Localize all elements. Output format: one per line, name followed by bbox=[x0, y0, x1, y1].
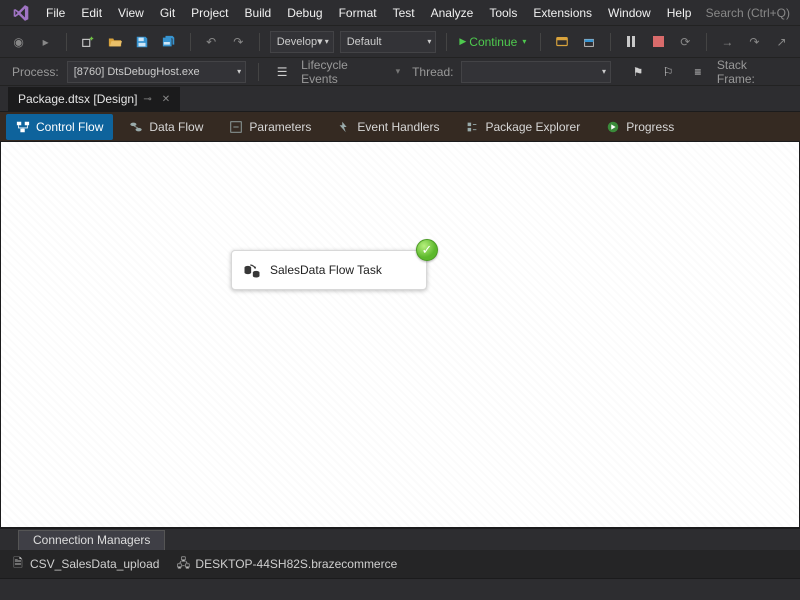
document-tab-active[interactable]: Package.dtsx [Design] ⊸ ✕ bbox=[8, 87, 180, 111]
tab-label: Parameters bbox=[249, 120, 311, 134]
designer-tab-strip: Control Flow Data Flow Parameters Event … bbox=[0, 112, 800, 142]
solution-config-dropdown[interactable]: Develop▾ bbox=[270, 31, 334, 53]
continue-label: Continue bbox=[469, 35, 517, 49]
hot-reload-icon[interactable] bbox=[578, 31, 599, 53]
close-icon[interactable]: ✕ bbox=[162, 94, 170, 105]
design-canvas[interactable]: SalesData Flow Task ✓ bbox=[0, 142, 800, 528]
data-flow-icon bbox=[129, 120, 143, 134]
tab-parameters[interactable]: Parameters bbox=[219, 114, 321, 140]
tab-progress[interactable]: Progress bbox=[596, 114, 684, 140]
menu-search-input[interactable]: Search (Ctrl+Q) bbox=[700, 6, 796, 20]
lifecycle-events-label: Lifecycle Events bbox=[301, 58, 387, 86]
menu-analyze[interactable]: Analyze bbox=[423, 2, 482, 24]
menu-bar: File Edit View Git Project Build Debug F… bbox=[0, 0, 800, 26]
document-tab-title: Package.dtsx [Design] bbox=[18, 92, 137, 106]
step-into-icon[interactable]: → bbox=[717, 31, 738, 53]
tab-control-flow[interactable]: Control Flow bbox=[6, 114, 113, 140]
menu-format[interactable]: Format bbox=[331, 2, 385, 24]
open-file-button[interactable] bbox=[104, 31, 125, 53]
menu-test[interactable]: Test bbox=[385, 2, 423, 24]
main-toolbar: ◉ ▸ ↶ ↷ Develop▾ Default ▶ Continue ▾ ⟳ … bbox=[0, 26, 800, 58]
connection-name: CSV_SalesData_upload bbox=[30, 557, 159, 571]
continue-button[interactable]: ▶ Continue ▾ bbox=[457, 35, 530, 49]
flag-icon[interactable]: ⚑ bbox=[627, 61, 649, 83]
vs-logo-icon bbox=[10, 2, 32, 24]
pin-icon[interactable]: ⊸ bbox=[143, 94, 151, 105]
step-out-icon[interactable]: ↗ bbox=[771, 31, 792, 53]
success-check-icon: ✓ bbox=[416, 239, 438, 261]
flatfile-connection-icon: 🗎 bbox=[12, 558, 24, 570]
save-all-button[interactable] bbox=[159, 31, 180, 53]
oledb-connection-icon: 🖧 bbox=[177, 558, 189, 570]
undo-button[interactable]: ↶ bbox=[201, 31, 222, 53]
separator bbox=[540, 33, 541, 51]
connection-managers-header: Connection Managers bbox=[0, 528, 800, 550]
threads-icon[interactable]: ≡ bbox=[687, 61, 709, 83]
new-item-button[interactable] bbox=[77, 31, 98, 53]
menu-help[interactable]: Help bbox=[659, 2, 700, 24]
stop-button[interactable] bbox=[648, 31, 669, 53]
menu-extensions[interactable]: Extensions bbox=[525, 2, 600, 24]
menu-view[interactable]: View bbox=[110, 2, 152, 24]
chevron-down-icon: ▾ bbox=[396, 66, 401, 77]
data-flow-task-icon bbox=[242, 260, 262, 280]
tab-label: Control Flow bbox=[36, 120, 103, 134]
tab-event-handlers[interactable]: Event Handlers bbox=[327, 114, 449, 140]
separator bbox=[610, 33, 611, 51]
package-explorer-icon bbox=[465, 120, 479, 134]
task-node-label: SalesData Flow Task bbox=[270, 263, 382, 277]
menu-project[interactable]: Project bbox=[183, 2, 236, 24]
event-handlers-icon bbox=[337, 120, 351, 134]
parameters-icon bbox=[229, 120, 243, 134]
separator bbox=[259, 33, 260, 51]
process-dropdown[interactable]: [8760] DtsDebugHost.exe bbox=[67, 61, 247, 83]
lifecycle-events-icon[interactable]: ☰ bbox=[271, 61, 293, 83]
chevron-down-icon: ▾ bbox=[522, 37, 526, 46]
tab-label: Progress bbox=[626, 120, 674, 134]
connection-item[interactable]: 🖧 DESKTOP-44SH82S.brazecommerce bbox=[177, 557, 397, 571]
thread-label: Thread: bbox=[412, 65, 453, 79]
data-flow-task-node[interactable]: SalesData Flow Task ✓ bbox=[231, 250, 427, 290]
process-bar: Process: [8760] DtsDebugHost.exe ☰ Lifec… bbox=[0, 58, 800, 86]
browser-link-icon[interactable] bbox=[551, 31, 572, 53]
separator bbox=[66, 33, 67, 51]
connection-item[interactable]: 🗎 CSV_SalesData_upload bbox=[12, 557, 159, 571]
connection-managers-panel: 🗎 CSV_SalesData_upload 🖧 DESKTOP-44SH82S… bbox=[0, 550, 800, 578]
stackframe-label: Stack Frame: bbox=[717, 58, 788, 86]
separator bbox=[258, 63, 259, 81]
pause-button[interactable] bbox=[620, 31, 641, 53]
tab-label: Package Explorer bbox=[485, 120, 580, 134]
restart-button[interactable]: ⟳ bbox=[675, 31, 696, 53]
thread-dropdown[interactable] bbox=[461, 61, 611, 83]
connection-managers-tab[interactable]: Connection Managers bbox=[18, 530, 165, 550]
menu-build[interactable]: Build bbox=[237, 2, 280, 24]
menu-git[interactable]: Git bbox=[152, 2, 183, 24]
menu-tools[interactable]: Tools bbox=[481, 2, 525, 24]
progress-icon bbox=[606, 120, 620, 134]
menu-window[interactable]: Window bbox=[600, 2, 659, 24]
document-tab-strip: Package.dtsx [Design] ⊸ ✕ bbox=[0, 86, 800, 112]
process-label: Process: bbox=[12, 65, 59, 79]
tab-data-flow[interactable]: Data Flow bbox=[119, 114, 213, 140]
save-button[interactable] bbox=[131, 31, 152, 53]
tab-label: Event Handlers bbox=[357, 120, 439, 134]
solution-platform-dropdown[interactable]: Default bbox=[340, 31, 437, 53]
tab-label: Data Flow bbox=[149, 120, 203, 134]
footer-strip bbox=[0, 578, 800, 598]
connection-name: DESKTOP-44SH82S.brazecommerce bbox=[195, 557, 397, 571]
menu-file[interactable]: File bbox=[38, 2, 73, 24]
redo-button[interactable]: ↷ bbox=[228, 31, 249, 53]
tab-package-explorer[interactable]: Package Explorer bbox=[455, 114, 590, 140]
step-over-icon[interactable]: ↷ bbox=[744, 31, 765, 53]
separator bbox=[706, 33, 707, 51]
menu-edit[interactable]: Edit bbox=[73, 2, 110, 24]
nav-fwd-button[interactable]: ▸ bbox=[35, 31, 56, 53]
menu-debug[interactable]: Debug bbox=[279, 2, 330, 24]
flag2-icon[interactable]: ⚐ bbox=[657, 61, 679, 83]
control-flow-icon bbox=[16, 120, 30, 134]
separator bbox=[190, 33, 191, 51]
separator bbox=[446, 33, 447, 51]
play-icon: ▶ bbox=[459, 36, 466, 47]
nav-back-button[interactable]: ◉ bbox=[8, 31, 29, 53]
